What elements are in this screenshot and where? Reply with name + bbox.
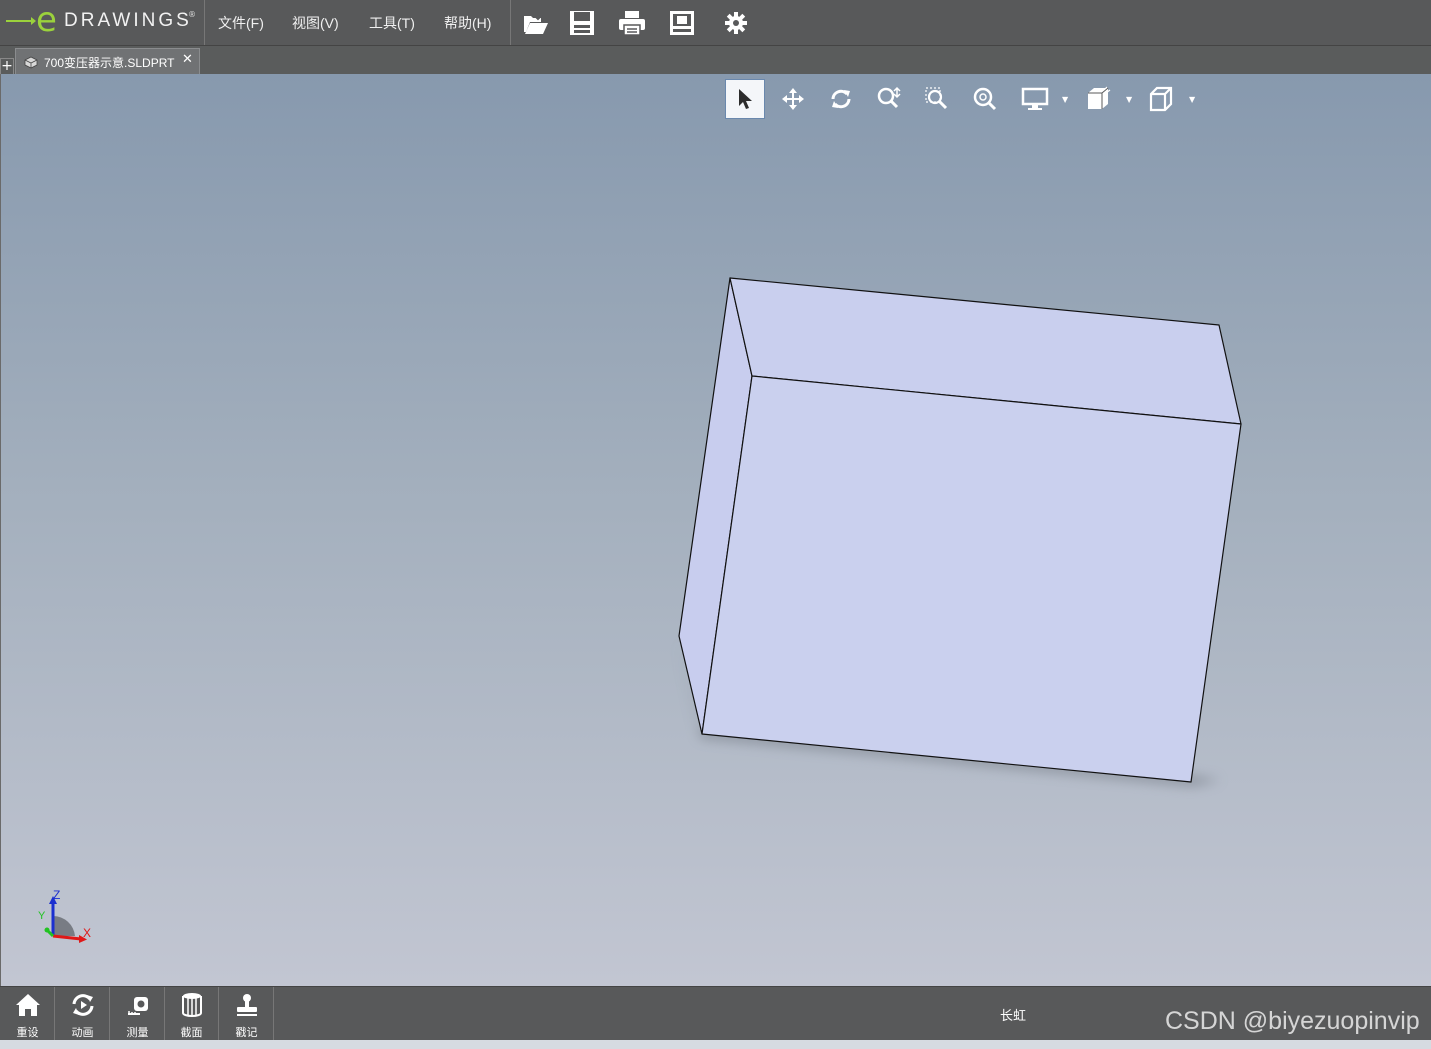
close-icon[interactable]: ✕	[182, 52, 193, 67]
model-canvas	[677, 277, 1242, 786]
os-taskbar-edge	[0, 1040, 1431, 1049]
document-tab-title: 700变压器示意.SLDPRT	[44, 56, 175, 70]
animate-icon	[69, 991, 97, 1019]
open-icon[interactable]	[521, 8, 551, 38]
menu-help[interactable]: 帮助(H)	[444, 13, 491, 33]
edrawings-logo: e DRAWINGS ®	[0, 0, 205, 45]
menu-divider	[510, 0, 511, 45]
configuration-name[interactable]: 长虹	[1000, 1005, 1026, 1024]
measure-icon	[124, 991, 152, 1019]
animate-button[interactable]: 动画	[55, 987, 110, 1041]
home-icon	[14, 991, 42, 1019]
bottom-toolbar: 重设 动画 测量 截面 戳记 长虹 CSDN @biyezuopinvip	[0, 986, 1431, 1041]
document-tab-strip: + 700变压器示意.SLDPRT ✕	[0, 46, 1431, 74]
view-orientation-icon[interactable]	[1141, 79, 1181, 119]
section-icon	[178, 991, 206, 1019]
new-tab-button[interactable]: +	[0, 58, 14, 74]
box-model	[678, 277, 1242, 783]
z-axis-label: Z	[53, 888, 61, 902]
shading-dropdown-icon[interactable]: ▼	[1126, 95, 1132, 104]
measure-button[interactable]: 测量	[110, 987, 165, 1041]
pan-icon[interactable]	[773, 79, 813, 119]
watermark-text: CSDN @biyezuopinvip	[1165, 1007, 1420, 1035]
animate-button-label: 动画	[71, 1027, 94, 1039]
reset-button-label: 重设	[16, 1027, 39, 1039]
part-file-icon	[24, 56, 38, 69]
menu-file[interactable]: 文件(F)	[218, 13, 264, 33]
zoom-to-fit-icon[interactable]	[965, 79, 1005, 119]
sheet-icon[interactable]	[667, 8, 697, 38]
zoom-icon[interactable]	[869, 79, 909, 119]
measure-button-label: 测量	[126, 1027, 149, 1039]
view-toolbar: ▼ ▼ ▼	[724, 77, 1204, 119]
display-style-dropdown-icon[interactable]: ▼	[1062, 95, 1068, 104]
menu-bar: e DRAWINGS ® 文件(F) 视图(V) 工具(T) 帮助(H)	[0, 0, 1431, 46]
stamp-icon	[233, 991, 261, 1019]
settings-icon[interactable]	[721, 8, 751, 38]
box-front-face	[701, 375, 1242, 783]
view-orientation-dropdown-icon[interactable]: ▼	[1189, 95, 1195, 104]
print-icon[interactable]	[617, 8, 647, 38]
logo-arrow-icon	[6, 17, 36, 25]
axis-triad: Z X Y	[37, 886, 101, 948]
menu-view[interactable]: 视图(V)	[292, 13, 339, 33]
zoom-to-area-icon[interactable]	[917, 79, 957, 119]
section-button-label: 截面	[180, 1027, 203, 1039]
logo-text: DRAWINGS	[64, 10, 192, 31]
reset-button[interactable]: 重设	[0, 987, 55, 1041]
menu-tools[interactable]: 工具(T)	[369, 13, 415, 33]
stamp-button-label: 戳记	[235, 1027, 258, 1039]
display-style-icon[interactable]	[1015, 79, 1055, 119]
section-button[interactable]: 截面	[164, 987, 219, 1041]
logo-registered-mark: ®	[188, 10, 196, 19]
logo-letter: e	[36, 0, 57, 40]
document-tab[interactable]: 700变压器示意.SLDPRT ✕	[15, 48, 200, 74]
x-axis-label: X	[83, 926, 92, 940]
shading-icon[interactable]	[1078, 79, 1118, 119]
3d-viewport[interactable]: ▼ ▼ ▼ Z X Y	[0, 74, 1431, 986]
save-icon[interactable]	[567, 8, 597, 38]
stamp-button[interactable]: 戳记	[219, 987, 274, 1041]
rotate-icon[interactable]	[821, 79, 861, 119]
y-axis-label: Y	[38, 910, 46, 922]
select-icon[interactable]	[725, 79, 765, 119]
